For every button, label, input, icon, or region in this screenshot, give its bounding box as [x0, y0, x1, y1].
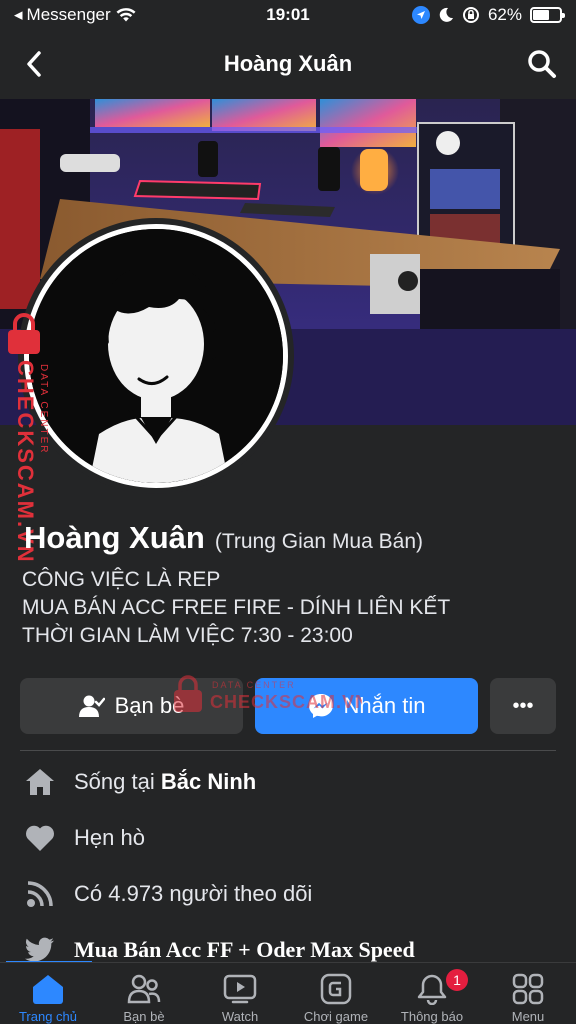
- avatar: [24, 224, 288, 488]
- bio-line: MUA BÁN ACC FREE FIRE - DÍNH LIÊN KẾT: [22, 596, 451, 619]
- divider: [20, 750, 556, 751]
- profile-alternate-name: (Trung Gian Mua Bán): [214, 530, 423, 553]
- bell-icon: [414, 971, 450, 1006]
- tab-label: Watch: [221, 1009, 259, 1024]
- profile-picture[interactable]: [18, 218, 294, 494]
- watermark-logo-image: DATA CENTER CHECKSCAM.VN: [174, 675, 368, 712]
- more-options-button[interactable]: •••: [490, 678, 556, 734]
- tab-label: Chơi game: [303, 1009, 369, 1024]
- tab-label: Trang chủ: [18, 1009, 78, 1024]
- top-navigation: Hoàng Xuân: [0, 30, 576, 98]
- tab-label: Thông báo: [400, 1009, 464, 1024]
- rss-followers-icon: [24, 878, 56, 910]
- search-icon: [528, 50, 556, 78]
- tab-watch[interactable]: Watch: [192, 963, 288, 1024]
- tab-label: Bạn bè: [123, 1009, 165, 1024]
- bio-line: THỜI GIAN LÀM VIỆC 7:30 - 23:00: [22, 624, 353, 647]
- battery-icon: [530, 7, 565, 23]
- lock-logo-icon: [8, 313, 40, 354]
- followers-label: Có 4.973 người theo dõi: [74, 881, 313, 906]
- bottom-tab-bar: Trang chủ Bạn bè Watch Chơi game 1 Thông…: [0, 962, 576, 1024]
- search-button[interactable]: [524, 46, 560, 82]
- watermark-horizontal: DATA CENTER CHECKSCAM.VN: [172, 672, 368, 718]
- tab-friends[interactable]: Bạn bè: [96, 963, 192, 1024]
- tab-gaming[interactable]: Chơi game: [288, 963, 384, 1024]
- watch-icon: [222, 971, 258, 1006]
- friends-icon: [126, 971, 162, 1006]
- twitter-label: Mua Bán Acc FF + Oder Max Speed: [74, 937, 415, 962]
- tab-label: Menu: [511, 1009, 545, 1024]
- gaming-icon: [318, 971, 354, 1006]
- profile-name: Hoàng Xuân: [24, 520, 205, 555]
- info-dating: Hẹn hò: [24, 818, 564, 858]
- friend-check-icon: [78, 695, 105, 717]
- tab-notifications[interactable]: 1 Thông báo: [384, 963, 480, 1024]
- wifi-icon: [116, 8, 136, 22]
- back-app-label: Messenger: [26, 5, 111, 24]
- battery-level: [533, 10, 550, 20]
- dating-label: Hẹn hò: [74, 825, 145, 850]
- home-icon: [30, 971, 66, 1006]
- back-app-chevron-icon: ◂: [14, 5, 23, 24]
- rotation-lock-icon: [462, 7, 479, 23]
- info-followers: Có 4.973 người theo dõi: [24, 874, 564, 914]
- bio-line: CÔNG VIỆC LÀ REP: [22, 568, 221, 591]
- home-icon: [24, 766, 56, 798]
- svg-text:DATA CENTER: DATA CENTER: [212, 680, 296, 690]
- more-dots-icon: •••: [512, 694, 534, 717]
- location-icon: [411, 6, 430, 24]
- status-bar: ◂ Messenger 19:01 62%: [0, 0, 576, 30]
- menu-icon: [510, 971, 546, 1006]
- info-lives-in: Sống tại Bắc Ninh: [24, 762, 564, 802]
- battery-percent: 62%: [487, 5, 522, 24]
- avatar-image: [29, 229, 283, 483]
- profile-name-row: Hoàng Xuân (Trung Gian Mua Bán): [24, 520, 423, 556]
- back-button[interactable]: [18, 48, 50, 80]
- chevron-left-icon: [27, 51, 41, 77]
- lives-place[interactable]: Bắc Ninh: [161, 769, 256, 794]
- watermark-sub: DATA CENTER: [38, 364, 49, 455]
- notification-badge: 1: [446, 969, 468, 991]
- tab-menu[interactable]: Menu: [480, 963, 576, 1024]
- svg-text:CHECKSCAM.VN: CHECKSCAM.VN: [210, 692, 362, 712]
- heart-icon: [24, 822, 56, 854]
- profile-bio: CÔNG VIỆC LÀ REP MUA BÁN ACC FREE FIRE -…: [22, 566, 450, 650]
- lives-prefix: Sống tại: [74, 769, 161, 794]
- tab-home[interactable]: Trang chủ: [0, 963, 96, 1024]
- moon-icon: [439, 7, 453, 22]
- back-to-app[interactable]: ◂ Messenger: [14, 5, 137, 25]
- page-title: Hoàng Xuân: [223, 51, 353, 76]
